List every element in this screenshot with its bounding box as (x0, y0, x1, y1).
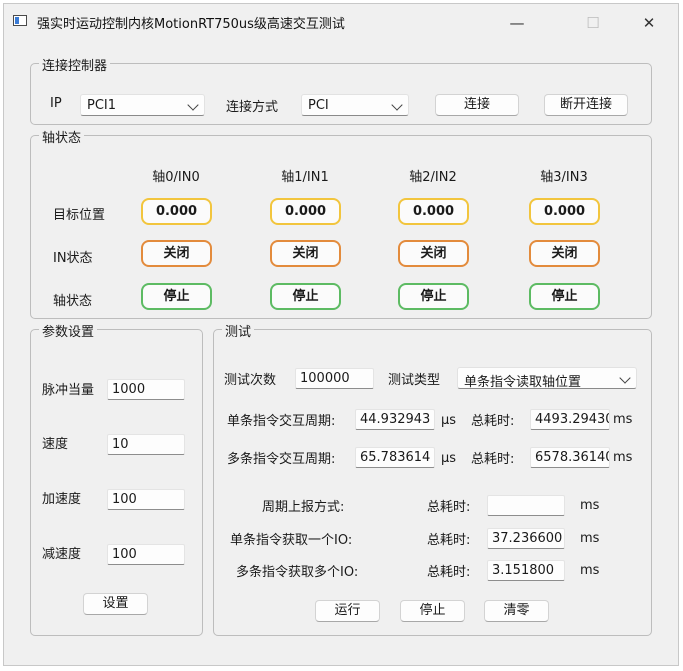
params-group: 参数设置 脉冲当量 1000 速度 10 加速度 100 减速度 100 设置 (30, 321, 203, 636)
app-icon (13, 15, 27, 26)
ip-select-value: PCI1 (87, 98, 117, 113)
in-state-value: 关闭 (270, 240, 341, 267)
single-period-value: 44.932943 (360, 412, 431, 427)
axis-header-2: 轴2/IN2 (409, 170, 457, 185)
maximize-button: ☐ (586, 14, 600, 32)
target-position-value: 0.000 (398, 198, 469, 225)
axis-status-group: 轴状态 轴0/IN0 轴1/IN1 轴2/IN2 轴3/IN3 目标位置 IN状… (30, 127, 652, 319)
test-group: 测试 测试次数 100000 测试类型 单条指令读取轴位置 单条指令交互周期: … (213, 321, 652, 636)
axis-state-value: 停止 (141, 283, 212, 310)
decel-input-value: 100 (112, 547, 137, 562)
report-unit: ms (580, 498, 600, 513)
single-io-total-label: 总耗时: (427, 533, 471, 548)
in-state-label: IN状态 (53, 251, 93, 266)
method-select-value: PCI (308, 98, 329, 113)
connect-group: 连接控制器 IP PCI1 连接方式 PCI 连接 断开连接 (30, 55, 652, 125)
axis-state-label: 轴状态 (53, 294, 93, 309)
multi-total-label: 总耗时: (471, 452, 515, 467)
multi-period-value: 65.783614 (360, 450, 431, 465)
accel-input[interactable]: 100 (107, 489, 185, 510)
multi-io-output: 3.151800 (487, 560, 565, 581)
chevron-down-icon (187, 99, 199, 111)
single-io-value: 37.236600 (492, 531, 563, 546)
single-io-unit: ms (580, 531, 600, 546)
axis-state-value: 停止 (529, 283, 600, 310)
pulse-input-value: 1000 (112, 382, 146, 397)
in-state-value: 关闭 (529, 240, 600, 267)
axis-header-0: 轴0/IN0 (152, 170, 200, 185)
single-total-value: 4493.29430 (535, 412, 610, 427)
test-count-input[interactable]: 100000 (295, 368, 374, 389)
test-type-value: 单条指令读取轴位置 (464, 375, 582, 390)
multi-total-output: 6578.36140 (530, 447, 610, 468)
in-state-value: 关闭 (141, 240, 212, 267)
params-legend: 参数设置 (39, 321, 98, 340)
multi-io-total-label: 总耗时: (427, 565, 471, 580)
test-legend: 测试 (222, 321, 255, 340)
single-period-label: 单条指令交互周期: (227, 414, 336, 429)
test-count-label: 测试次数 (224, 373, 277, 388)
multi-period-output: 65.783614 (355, 447, 435, 468)
axis-header-1: 轴1/IN1 (281, 170, 329, 185)
pulse-label: 脉冲当量 (42, 383, 95, 398)
stop-button[interactable]: 停止 (400, 600, 465, 622)
window-title: 强实时运动控制内核MotionRT750us级高速交互测试 (37, 17, 345, 32)
target-position-label: 目标位置 (53, 208, 106, 223)
ip-label: IP (50, 96, 62, 111)
run-button[interactable]: 运行 (315, 600, 380, 622)
ip-select[interactable]: PCI1 (80, 94, 205, 116)
target-position-value: 0.000 (141, 198, 212, 225)
accel-label: 加速度 (42, 492, 82, 507)
close-button[interactable]: ✕ (626, 10, 672, 36)
single-total-label: 总耗时: (471, 414, 515, 429)
pulse-input[interactable]: 1000 (107, 379, 185, 400)
connect-legend: 连接控制器 (39, 55, 111, 74)
set-button[interactable]: 设置 (83, 593, 148, 615)
single-total-output: 4493.29430 (530, 409, 610, 430)
accel-input-value: 100 (112, 492, 137, 507)
multi-io-value: 3.151800 (492, 563, 555, 578)
test-type-select[interactable]: 单条指令读取轴位置 (457, 367, 637, 390)
multi-total-value: 6578.36140 (535, 450, 610, 465)
single-period-output: 44.932943 (355, 409, 435, 430)
single-io-output: 37.236600 (487, 528, 565, 549)
speed-input[interactable]: 10 (107, 434, 185, 455)
axis-status-legend: 轴状态 (39, 127, 85, 146)
axis-state-value: 停止 (270, 283, 341, 310)
in-state-value: 关闭 (398, 240, 469, 267)
decel-input[interactable]: 100 (107, 544, 185, 565)
multi-io-label: 多条指令获取多个IO: (236, 565, 359, 580)
main-window: 强实时运动控制内核MotionRT750us级高速交互测试 — ☐ ✕ 连接控制… (3, 3, 679, 666)
multi-period-unit: μs (441, 451, 457, 466)
title-bar: 强实时运动控制内核MotionRT750us级高速交互测试 — ☐ ✕ (4, 4, 678, 40)
method-label: 连接方式 (226, 100, 279, 115)
report-output (487, 495, 565, 516)
single-io-label: 单条指令获取一个IO: (230, 533, 353, 548)
report-total-label: 总耗时: (427, 500, 471, 515)
multi-io-unit: ms (580, 563, 600, 578)
connect-button[interactable]: 连接 (435, 94, 519, 116)
single-total-unit: ms (613, 412, 633, 427)
axis-header-3: 轴3/IN3 (540, 170, 588, 185)
method-select[interactable]: PCI (301, 94, 409, 116)
disconnect-button[interactable]: 断开连接 (544, 94, 628, 116)
axis-state-value: 停止 (398, 283, 469, 310)
multi-total-unit: ms (613, 450, 633, 465)
multi-period-label: 多条指令交互周期: (227, 452, 336, 467)
clear-button[interactable]: 清零 (484, 600, 549, 622)
minimize-button[interactable]: — (494, 10, 540, 36)
report-label: 周期上报方式: (262, 500, 345, 515)
target-position-value: 0.000 (529, 198, 600, 225)
target-position-value: 0.000 (270, 198, 341, 225)
speed-label: 速度 (42, 437, 69, 452)
test-type-label: 测试类型 (388, 373, 441, 388)
test-count-value: 100000 (300, 371, 350, 386)
decel-label: 减速度 (42, 547, 82, 562)
chevron-down-icon (391, 99, 403, 111)
speed-input-value: 10 (112, 437, 129, 452)
single-period-unit: μs (441, 413, 457, 428)
chevron-down-icon (619, 372, 631, 384)
